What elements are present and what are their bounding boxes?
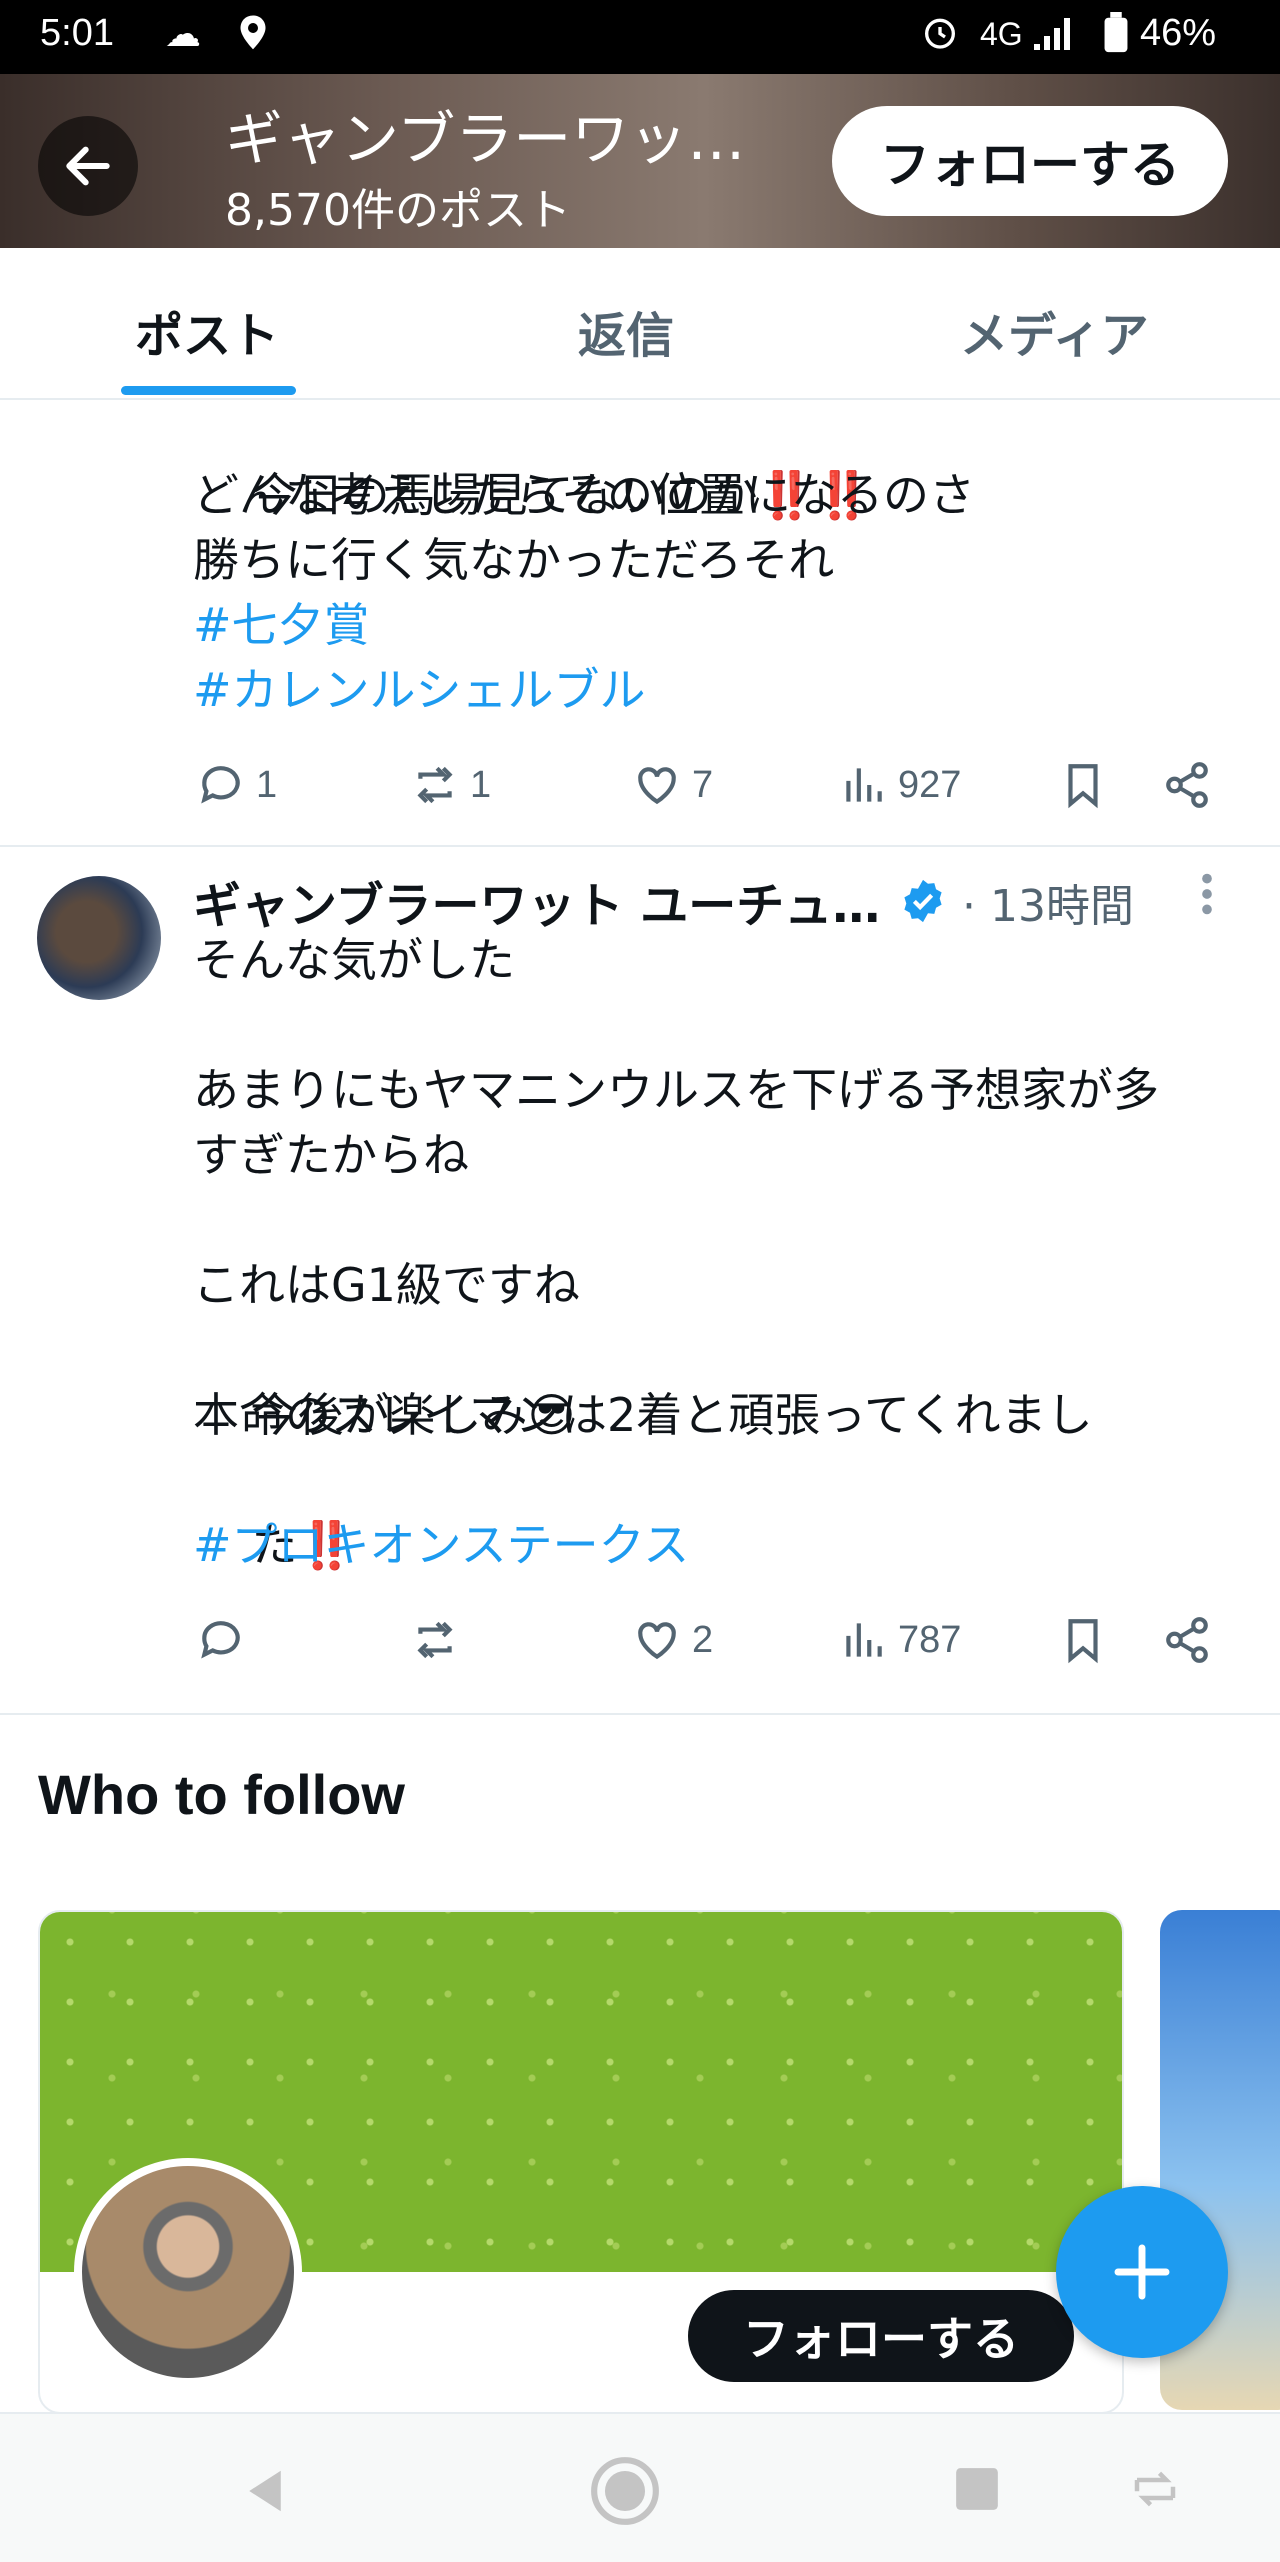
- share-icon: [1166, 1617, 1208, 1663]
- status-time: 5:01: [40, 12, 114, 54]
- tweet-timestamp[interactable]: · 13時間: [962, 870, 1134, 934]
- profile-name: ギャンブラーワッ…: [225, 105, 746, 173]
- network-type: 4G: [980, 16, 1023, 52]
- battery-icon: [1102, 12, 1130, 63]
- profile-tabs: ポスト 返信 メディア: [0, 248, 1280, 400]
- view-count: 787: [898, 1618, 962, 1661]
- bookmark-button[interactable]: [1058, 750, 1108, 820]
- views-button[interactable]: 787: [838, 1605, 961, 1675]
- status-bar: 5:01 ☁ 4G 46%: [0, 0, 1280, 74]
- nav-back-icon[interactable]: [238, 2464, 292, 2522]
- tab-media[interactable]: メディア: [960, 296, 1149, 366]
- retweet-button[interactable]: [410, 1605, 470, 1675]
- tweet-text-line: これはG1級ですね: [193, 1258, 580, 1312]
- like-button[interactable]: 2: [632, 1605, 713, 1675]
- bookmark-icon: [1068, 1619, 1098, 1664]
- more-options-icon[interactable]: [1200, 872, 1214, 926]
- avatar[interactable]: [37, 876, 161, 1000]
- like-count: 2: [692, 1618, 714, 1661]
- active-tab-indicator: [121, 386, 296, 395]
- share-button[interactable]: [1162, 1605, 1212, 1675]
- arrow-left-icon: [66, 146, 110, 186]
- plus-icon: [1114, 2244, 1170, 2300]
- views-chart-icon: [846, 1623, 882, 1657]
- retweet-icon: [417, 766, 453, 804]
- reply-icon: [201, 1621, 240, 1659]
- compose-post-button[interactable]: [1056, 2186, 1228, 2358]
- tweet-text-line: そんな気がした: [193, 933, 515, 987]
- share-button[interactable]: [1162, 750, 1212, 820]
- avatar[interactable]: [74, 2158, 302, 2386]
- tweet-text-line: あまりにもヤマニンウルスを下げる予想家が多: [193, 1063, 1159, 1117]
- signal-icon: [1030, 14, 1078, 63]
- tweet-actions: 1 1 7 927: [0, 750, 1280, 820]
- like-button[interactable]: 7: [632, 750, 713, 820]
- nav-home-icon[interactable]: [588, 2454, 662, 2532]
- hashtag-link[interactable]: #カレンルシェルブル: [193, 658, 646, 723]
- tweet-text-line: 勝ちに行く気なかっただろそれ: [193, 533, 835, 587]
- follow-button[interactable]: フォローする: [688, 2290, 1074, 2382]
- share-icon: [1166, 762, 1208, 808]
- tweet-text-line: すぎたからね: [193, 1128, 469, 1182]
- profile-header: ギャンブラーワッ… 8,570件のポスト フォローする: [0, 74, 1280, 248]
- cloud-upload-icon: ☁: [165, 14, 201, 55]
- heart-icon: [638, 767, 676, 805]
- post-count: 8,570件のポスト: [225, 185, 571, 236]
- hashtag-link[interactable]: #プロキオンステークス: [193, 1513, 689, 1578]
- bookmark-icon: [1068, 764, 1098, 809]
- reply-button[interactable]: [196, 1605, 256, 1675]
- battery-level: 46%: [1140, 12, 1217, 54]
- retweet-count: 1: [470, 763, 492, 806]
- retweet-button[interactable]: 1: [410, 750, 491, 820]
- tweet-text-line: 本命のスレイマンは2着と頑張ってくれまし: [193, 1388, 1093, 1442]
- reply-count: 1: [256, 763, 278, 806]
- avatar-image: [82, 2166, 294, 2378]
- tweet-actions: 2 787: [0, 1605, 1280, 1675]
- like-count: 7: [692, 763, 714, 806]
- rotate-screen-icon[interactable]: [1128, 2462, 1182, 2520]
- reply-icon: [201, 766, 240, 804]
- alarm-icon: [920, 12, 960, 61]
- verified-badge-icon: [904, 879, 942, 923]
- view-count: 927: [898, 763, 962, 806]
- nav-recents-icon[interactable]: [952, 2464, 1002, 2518]
- tab-replies[interactable]: 返信: [578, 296, 674, 366]
- views-chart-icon: [846, 768, 882, 802]
- tab-posts[interactable]: ポスト: [135, 296, 279, 366]
- reply-button[interactable]: 1: [196, 750, 277, 820]
- location-icon: [238, 14, 268, 61]
- back-button[interactable]: [38, 116, 138, 216]
- system-nav-bar: [0, 2412, 1280, 2562]
- tweet-text-line: どんな考えしたらその位置になるのさ: [193, 468, 975, 522]
- bookmark-button[interactable]: [1058, 1605, 1108, 1675]
- who-to-follow-heading: Who to follow: [38, 1763, 405, 1826]
- retweet-icon: [417, 1621, 453, 1659]
- tweet-divider: [0, 1713, 1280, 1715]
- hashtag-link[interactable]: #七夕賞: [193, 593, 370, 658]
- tweet-divider: [0, 845, 1280, 847]
- heart-icon: [638, 1622, 676, 1660]
- views-button[interactable]: 927: [838, 750, 961, 820]
- follow-button[interactable]: フォローする: [832, 106, 1228, 216]
- author-name[interactable]: ギャンブラーワット ユーチュ…: [193, 866, 880, 936]
